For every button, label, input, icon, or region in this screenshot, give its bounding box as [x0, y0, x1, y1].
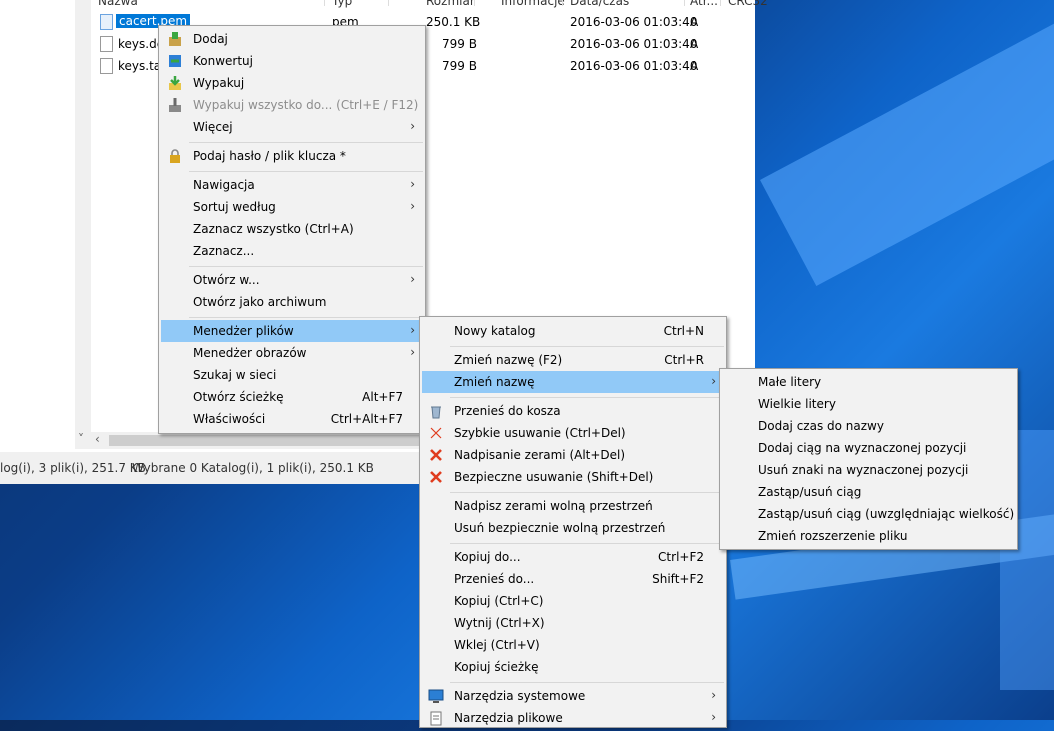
- add-archive-icon: [167, 31, 183, 47]
- menu-item-replace-string-case[interactable]: Zastąp/usuń ciąg (uwzględniając wielkość…: [722, 503, 1015, 525]
- menu-item-select-all[interactable]: Zaznacz wszystko (Ctrl+A): [161, 218, 423, 240]
- menu-item-move-to[interactable]: Przenieś do... Shift+F2: [422, 568, 724, 590]
- chevron-right-icon: ›: [711, 374, 716, 388]
- column-headers: Nazwa ^ Typ Rozmiar Informacje Data/czas…: [0, 0, 768, 8]
- menu-item-insert-string[interactable]: Dodaj ciąg na wyznaczonej pozycji: [722, 437, 1015, 459]
- monitor-icon: [428, 688, 444, 704]
- chevron-right-icon: ›: [410, 177, 415, 191]
- delete-thin-icon: [428, 425, 444, 441]
- vertical-scrollbar[interactable]: [75, 0, 91, 432]
- file-tools-icon: [428, 710, 444, 726]
- menu-item-file-tools[interactable]: Narzędzia plikowe ›: [422, 707, 724, 729]
- menu-item-wipe-free-space-zeros[interactable]: Nadpisz zerami wolną przestrzeń: [422, 495, 724, 517]
- menu-item-select[interactable]: Zaznacz...: [161, 240, 423, 262]
- menu-item-remove-chars[interactable]: Usuń znaki na wyznaczonej pozycji: [722, 459, 1015, 481]
- column-header-type[interactable]: Typ: [332, 0, 352, 8]
- menu-item-wipe-free-space-secure[interactable]: Usuń bezpiecznie wolną przestrzeń: [422, 517, 724, 539]
- chevron-right-icon: ›: [410, 345, 415, 359]
- recycle-bin-icon: [428, 403, 444, 419]
- file-icon: [100, 36, 113, 52]
- rename-submenu: Małe litery Wielkie litery Dodaj czas do…: [719, 368, 1018, 550]
- menu-item-replace-string[interactable]: Zastąp/usuń ciąg: [722, 481, 1015, 503]
- menu-item-copy[interactable]: Kopiuj (Ctrl+C): [422, 590, 724, 612]
- menu-item-copy-path[interactable]: Kopiuj ścieżkę: [422, 656, 724, 678]
- menu-item-rename-f2[interactable]: Zmień nazwę (F2) Ctrl+R: [422, 349, 724, 371]
- menu-item-image-manager[interactable]: Menedżer obrazów ›: [161, 342, 423, 364]
- column-header-date[interactable]: Data/czas: [570, 0, 629, 8]
- menu-item-cut[interactable]: Wytnij (Ctrl+X): [422, 612, 724, 634]
- delete-icon: [428, 447, 444, 463]
- menu-item-new-folder[interactable]: Nowy katalog Ctrl+N: [422, 320, 724, 342]
- menu-item-password[interactable]: Podaj hasło / plik klucza *: [161, 145, 423, 167]
- menu-item-paste[interactable]: Wklej (Ctrl+V): [422, 634, 724, 656]
- file-attr: A: [690, 37, 699, 51]
- chevron-right-icon: ›: [711, 688, 716, 702]
- convert-icon: [167, 53, 183, 69]
- menu-item-zero-overwrite[interactable]: Nadpisanie zerami (Alt+Del): [422, 444, 724, 466]
- menu-item-extract[interactable]: Wypakuj: [161, 72, 423, 94]
- column-header-name[interactable]: Nazwa ^: [98, 0, 152, 8]
- column-header-attr[interactable]: Atr...: [690, 0, 718, 8]
- menu-item-more[interactable]: Więcej ›: [161, 116, 423, 138]
- scroll-left-icon[interactable]: ‹: [95, 432, 100, 446]
- menu-item-lowercase[interactable]: Małe litery: [722, 371, 1015, 393]
- file-icon: [100, 14, 113, 30]
- menu-item-navigation[interactable]: Nawigacja ›: [161, 174, 423, 196]
- menu-item-secure-delete[interactable]: Bezpieczne usuwanie (Shift+Del): [422, 466, 724, 488]
- menu-item-sort-by[interactable]: Sortuj według ›: [161, 196, 423, 218]
- lock-icon: [167, 148, 183, 164]
- menu-item-system-tools[interactable]: Narzędzia systemowe ›: [422, 685, 724, 707]
- menu-item-add[interactable]: Dodaj: [161, 28, 423, 50]
- file-date: 2016-03-06 01:03:40: [570, 15, 698, 29]
- status-right: Wybrane 0 Katalog(i), 1 plik(i), 250.1 K…: [132, 461, 374, 475]
- file-manager-submenu: Nowy katalog Ctrl+N Zmień nazwę (F2) Ctr…: [419, 316, 727, 728]
- file-size: 250.1 KB: [426, 15, 481, 29]
- file-attr: A: [690, 59, 699, 73]
- menu-item-add-time[interactable]: Dodaj czas do nazwy: [722, 415, 1015, 437]
- menu-item-open-as-archive[interactable]: Otwórz jako archiwum: [161, 291, 423, 313]
- wallpaper-beam: [760, 0, 1054, 286]
- file-size: 799 B: [442, 59, 477, 73]
- chevron-right-icon: ›: [711, 710, 716, 724]
- column-header-crc[interactable]: CRC32: [728, 0, 768, 8]
- menu-item-file-manager[interactable]: Menedżer plików ›: [161, 320, 423, 342]
- file-date: 2016-03-06 01:03:40: [570, 37, 698, 51]
- menu-item-move-to-trash[interactable]: Przenieś do kosza: [422, 400, 724, 422]
- menu-item-convert[interactable]: Konwertuj: [161, 50, 423, 72]
- column-header-info[interactable]: Informacje: [501, 0, 565, 8]
- chevron-right-icon: ›: [410, 199, 415, 213]
- menu-item-change-extension[interactable]: Zmień rozszerzenie pliku: [722, 525, 1015, 547]
- menu-item-uppercase[interactable]: Wielkie litery: [722, 393, 1015, 415]
- context-menu: Dodaj Konwertuj Wypakuj Wypakuj wszystko…: [158, 25, 426, 434]
- menu-item-extract-all[interactable]: Wypakuj wszystko do... (Ctrl+E / F12): [161, 94, 423, 116]
- file-date: 2016-03-06 01:03:40: [570, 59, 698, 73]
- chevron-right-icon: ›: [410, 272, 415, 286]
- extract-all-icon: [167, 97, 183, 113]
- menu-item-properties[interactable]: Właściwości Ctrl+Alt+F7: [161, 408, 423, 430]
- extract-icon: [167, 75, 183, 91]
- file-icon: [100, 58, 113, 74]
- status-left: log(i), 3 plik(i), 251.7 KB: [0, 461, 146, 475]
- file-attr: A: [690, 15, 699, 29]
- delete-icon: [428, 469, 444, 485]
- chevron-right-icon: ›: [410, 119, 415, 133]
- menu-item-copy-to[interactable]: Kopiuj do... Ctrl+F2: [422, 546, 724, 568]
- menu-item-open-path[interactable]: Otwórz ścieżkę Alt+F7: [161, 386, 423, 408]
- scroll-down-icon[interactable]: ˅: [78, 432, 84, 446]
- menu-item-rename[interactable]: Zmień nazwę ›: [422, 371, 724, 393]
- chevron-right-icon: ›: [410, 323, 415, 337]
- column-header-size[interactable]: Rozmiar: [426, 0, 475, 8]
- menu-item-open-with[interactable]: Otwórz w... ›: [161, 269, 423, 291]
- file-size: 799 B: [442, 37, 477, 51]
- menu-item-quick-delete[interactable]: Szybkie usuwanie (Ctrl+Del): [422, 422, 724, 444]
- menu-item-search-web[interactable]: Szukaj w sieci: [161, 364, 423, 386]
